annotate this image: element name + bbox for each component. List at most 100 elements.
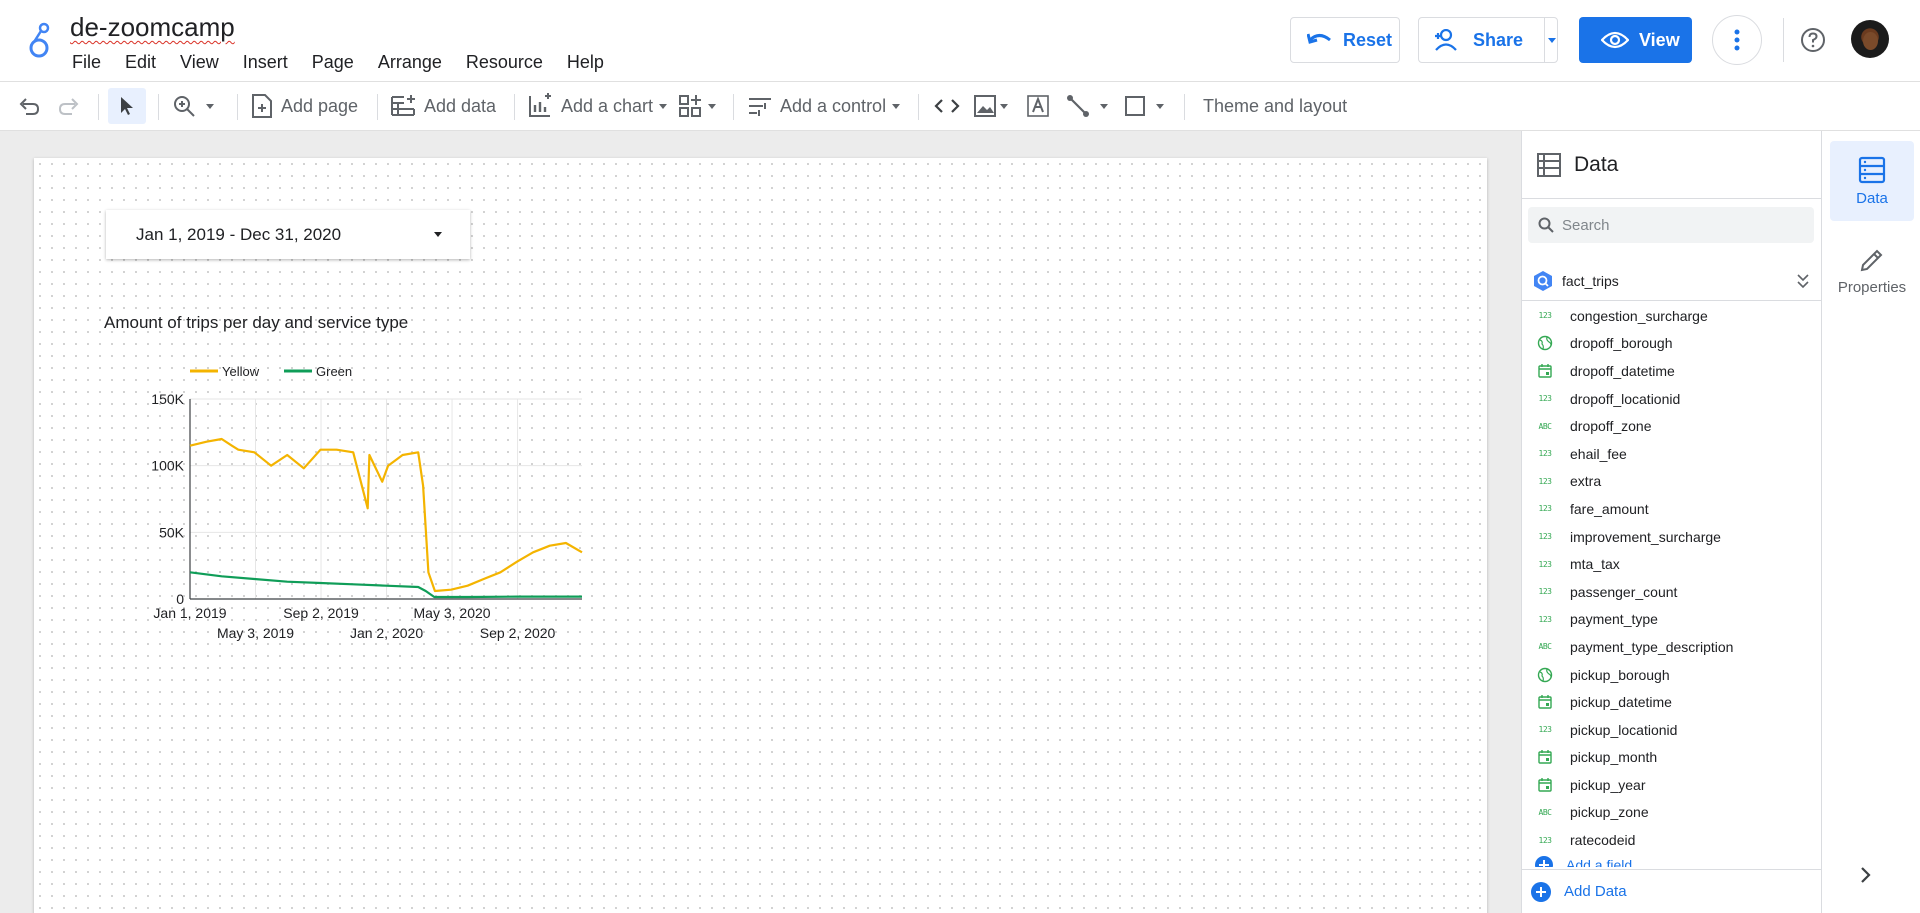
line-button[interactable] (1066, 82, 1108, 130)
help-icon[interactable] (1800, 27, 1826, 53)
image-button[interactable] (974, 82, 1008, 130)
field-row[interactable]: dropoff_datetime (1522, 357, 1822, 385)
view-button[interactable]: View (1579, 17, 1692, 63)
undo-button[interactable] (18, 82, 40, 130)
field-name: mta_tax (1570, 556, 1620, 573)
field-row[interactable]: 123 payment_type (1522, 606, 1822, 634)
field-row[interactable]: ABC pickup_zone (1522, 799, 1822, 827)
database-icon (1537, 152, 1561, 177)
field-row[interactable]: ABC payment_type_description (1522, 633, 1822, 661)
menu-page[interactable]: Page (300, 50, 366, 75)
x-tick-label: Sep 2, 2020 (480, 625, 556, 641)
add-page-icon (252, 94, 272, 118)
field-row[interactable]: pickup_datetime (1522, 688, 1822, 716)
database-icon (1858, 156, 1886, 183)
caret-down-icon (434, 232, 442, 237)
field-row[interactable]: 123 dropoff_locationid (1522, 385, 1822, 413)
field-row[interactable]: pickup_year (1522, 771, 1822, 799)
data-source-row[interactable]: fact_trips (1522, 261, 1822, 301)
field-search-box[interactable] (1528, 207, 1814, 243)
field-row[interactable]: 123 pickup_locationid (1522, 716, 1822, 744)
number-type-icon: 123 (1538, 394, 1552, 404)
rail-tab-properties[interactable]: Properties (1830, 231, 1914, 311)
series-line-green[interactable] (189, 571, 582, 599)
field-name: congestion_surcharge (1570, 307, 1708, 324)
field-row[interactable]: 123 improvement_surcharge (1522, 523, 1822, 551)
date-range-control[interactable]: Jan 1, 2019 - Dec 31, 2020 (106, 210, 470, 259)
globe-icon (1536, 666, 1554, 684)
collapse-icon[interactable] (1796, 273, 1810, 289)
add-chart-button[interactable]: Add a chart (527, 82, 668, 130)
data-panel-title: Data (1574, 152, 1619, 176)
time-series-chart[interactable]: 150K100K50K0Jan 1, 2019 Sep 2, 2019 May 3,… (104, 343, 604, 663)
shape-button[interactable] (1124, 82, 1164, 130)
field-row[interactable]: pickup_month (1522, 744, 1822, 772)
field-row[interactable]: 123 ehail_fee (1522, 440, 1822, 468)
add-page-button[interactable]: Add page (251, 82, 358, 130)
bigquery-icon (1534, 270, 1552, 291)
field-row[interactable]: 123 extra (1522, 468, 1822, 496)
add-data-panel-button[interactable]: Add Data (1522, 869, 1822, 913)
share-dropdown-button[interactable] (1548, 17, 1558, 63)
zoom-button[interactable] (172, 82, 214, 130)
menu-help[interactable]: Help (555, 50, 616, 75)
select-tool-button[interactable] (108, 88, 146, 124)
menu-edit[interactable]: Edit (113, 50, 168, 75)
x-tick-label: Jan 1, 2019 (153, 605, 226, 621)
menu-resource[interactable]: Resource (454, 50, 555, 75)
number-type-icon: 123 (1538, 559, 1552, 569)
add-control-button[interactable]: Add a control (748, 82, 901, 130)
field-name: dropoff_locationid (1570, 390, 1681, 407)
calendar-icon (1536, 362, 1554, 380)
community-visualizations-button[interactable] (678, 82, 716, 130)
add-field-button[interactable]: Add a field (1522, 854, 1822, 867)
more-options-button[interactable] (1712, 15, 1762, 65)
rail-tab-data[interactable]: Data (1830, 141, 1914, 221)
user-avatar[interactable] (1851, 20, 1889, 58)
number-type-icon: 123 (1538, 311, 1552, 321)
report-page[interactable]: Jan 1, 2019 - Dec 31, 2020 Amount of tri… (34, 158, 1487, 913)
field-row[interactable]: dropoff_borough (1522, 330, 1822, 358)
field-name: pickup_locationid (1570, 721, 1678, 738)
field-row[interactable]: 123 congestion_surcharge (1522, 302, 1822, 330)
number-type-icon: 123 (1538, 476, 1552, 486)
reset-button[interactable]: Reset (1290, 17, 1400, 63)
table-add-icon (391, 95, 415, 116)
text-type-icon: ABC (1538, 807, 1552, 817)
report-title[interactable]: de-zoomcamp (70, 12, 235, 43)
series-line-yellow[interactable] (189, 437, 583, 593)
looker-studio-logo-icon[interactable] (24, 20, 54, 60)
calendar-icon (1536, 748, 1554, 766)
share-button[interactable]: Share (1418, 17, 1558, 63)
redo-button[interactable] (58, 82, 80, 130)
add-control-label: Add a control (780, 95, 887, 116)
theme-and-layout-button[interactable]: Theme and layout (1203, 82, 1347, 130)
rail-tab-properties-label: Properties (1837, 278, 1907, 296)
text-box-button[interactable] (1026, 82, 1050, 130)
add-field-label: Add a field (1566, 856, 1633, 867)
toolbar-divider (237, 94, 238, 120)
field-row[interactable]: 123 passenger_count (1522, 578, 1822, 606)
menu-insert[interactable]: Insert (231, 50, 300, 75)
line-icon (1067, 95, 1089, 117)
menu-arrange[interactable]: Arrange (366, 50, 454, 75)
number-type-icon: 123 (1538, 587, 1552, 597)
field-row[interactable]: pickup_borough (1522, 661, 1822, 689)
app-header: de-zoomcamp File Edit View Insert Page A… (0, 0, 1920, 81)
y-tick-label: 50K (159, 524, 185, 540)
more-vert-icon (1734, 29, 1740, 51)
embed-code-button[interactable] (934, 82, 960, 130)
add-data-button[interactable]: Add data (390, 82, 496, 130)
field-row[interactable]: ABC dropoff_zone (1522, 412, 1822, 440)
menu-view[interactable]: View (168, 50, 231, 75)
menu-file[interactable]: File (60, 50, 113, 75)
field-row[interactable]: 123 fare_amount (1522, 495, 1822, 523)
field-search-input[interactable] (1562, 216, 1782, 234)
field-row[interactable]: 123 ratecodeid (1522, 826, 1822, 854)
data-panel-header: Data (1522, 131, 1822, 199)
x-tick-label: Jan 2, 2020 (350, 625, 423, 641)
chevron-right-icon[interactable] (1860, 866, 1872, 884)
field-row[interactable]: 123 mta_tax (1522, 550, 1822, 578)
field-list: 123 congestion_surcharge dropoff_borough dr… (1522, 302, 1822, 867)
add-chart-icon (529, 93, 551, 117)
